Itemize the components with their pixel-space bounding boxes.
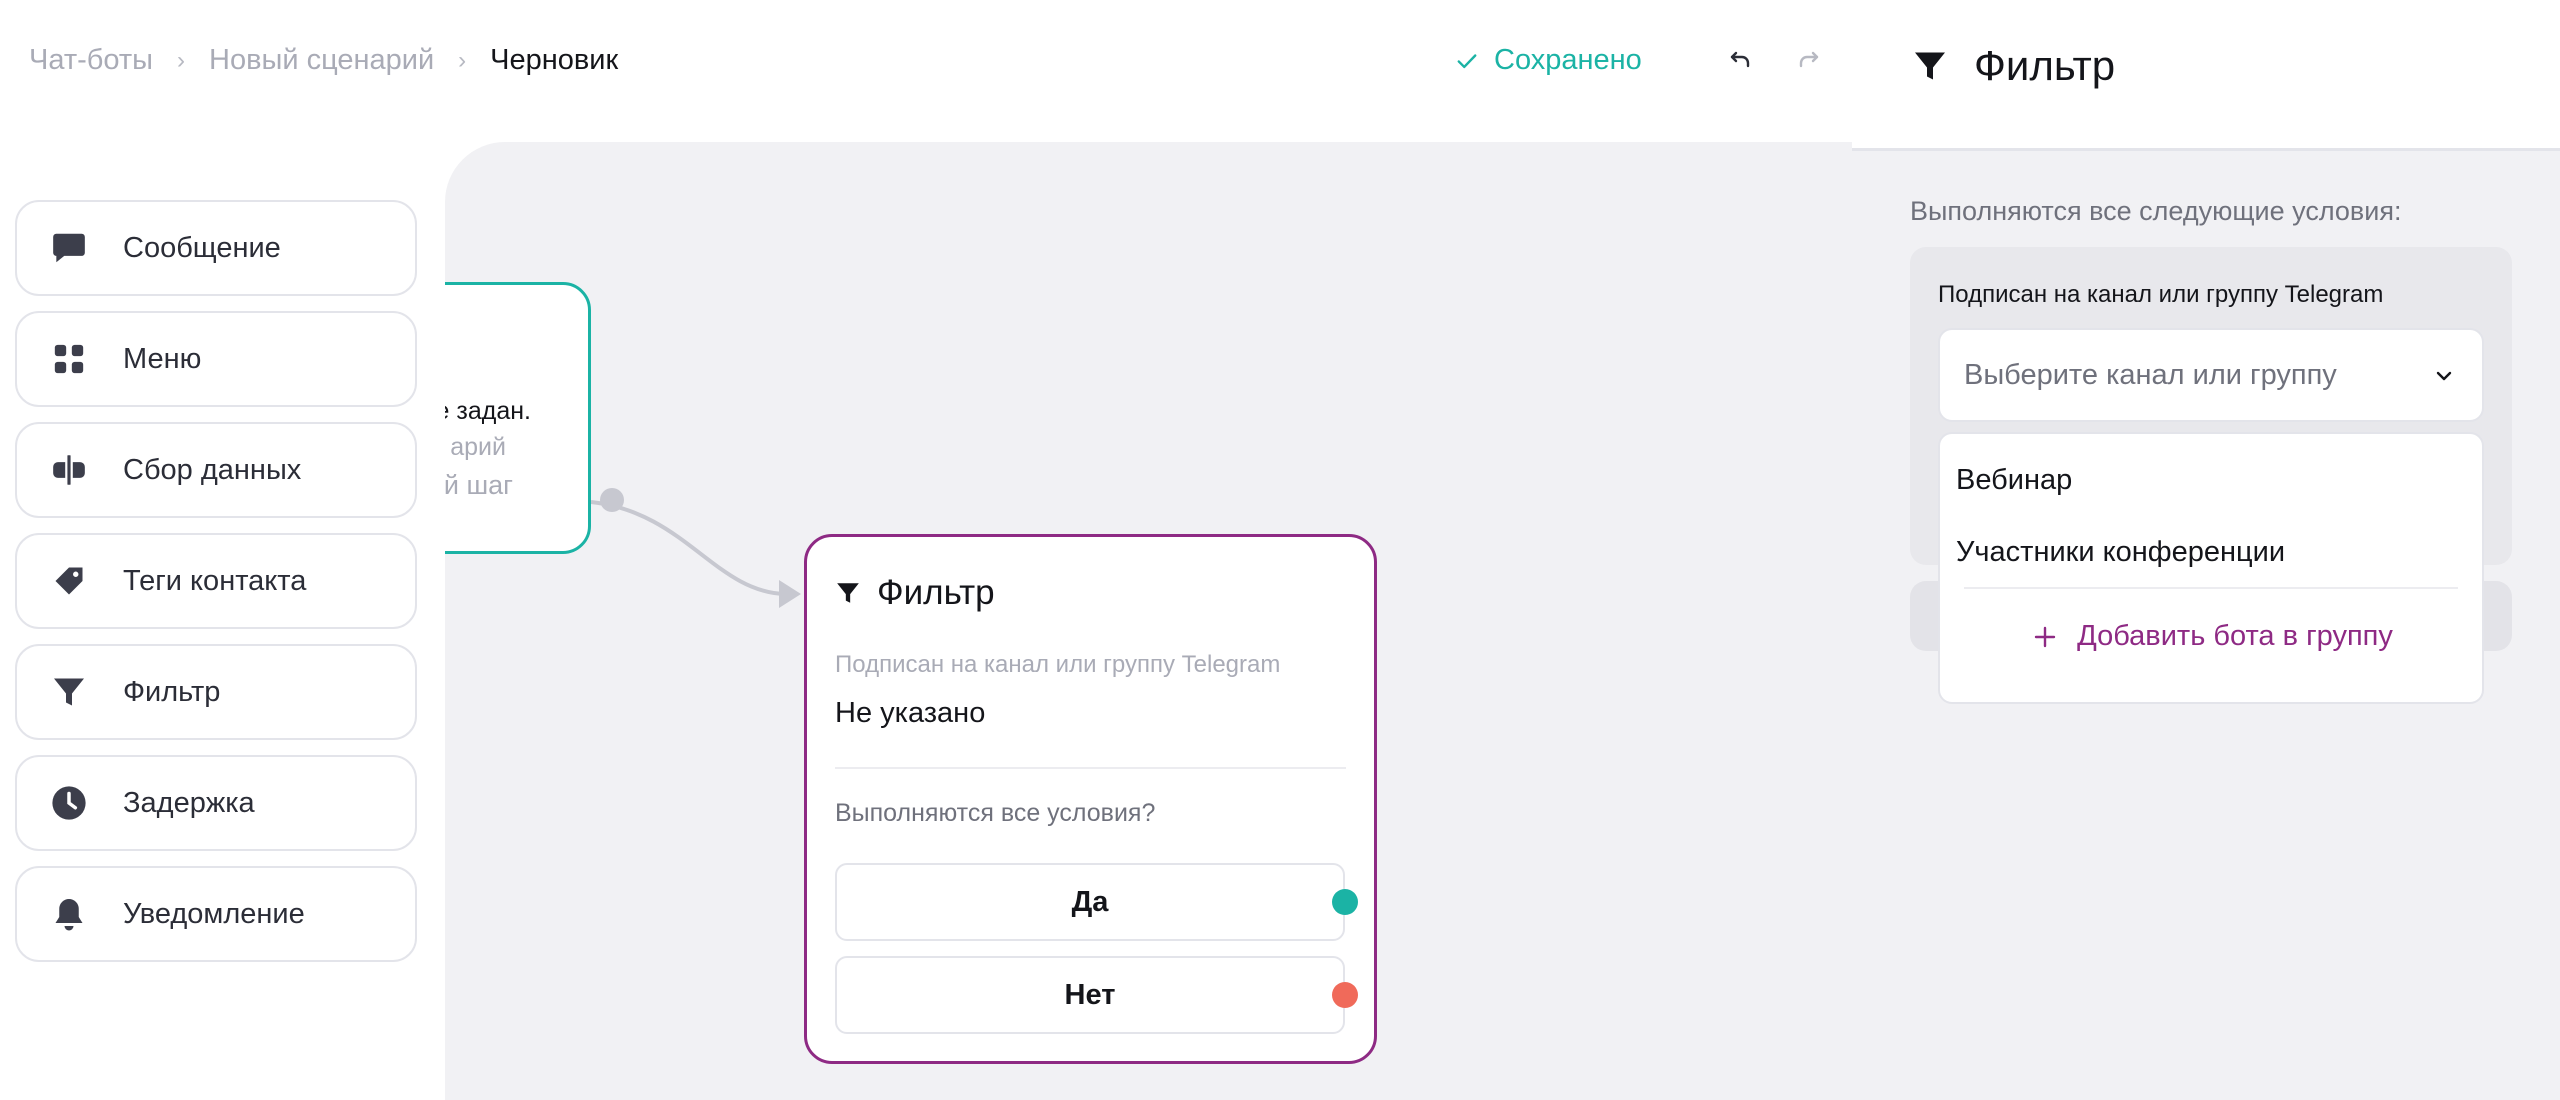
palette-item-contact-tags[interactable]: Теги контакта: [15, 533, 417, 629]
panel-header: Фильтр: [1852, 0, 2560, 151]
tag-icon: [49, 561, 89, 601]
panel-title: Фильтр: [1912, 42, 2115, 90]
saved-label: Сохранено: [1494, 44, 1642, 76]
palette-item-label: Уведомление: [123, 897, 305, 930]
palette-item-label: Задержка: [123, 786, 255, 819]
bell-icon: [49, 894, 89, 934]
breadcrumb: Чат-боты › Новый сценарий › Черновик: [29, 44, 618, 77]
block-palette: Сообщение Меню Сбор данных Теги контакта: [15, 200, 417, 977]
text-cursor-icon: [49, 450, 89, 490]
filter-node-condition-value: Не указано: [835, 697, 986, 729]
divider: [835, 767, 1346, 769]
channel-select-placeholder: Выберите канал или группу: [1964, 358, 2337, 391]
channel-dropdown: Вебинар Участники конференции Добавить б…: [1938, 432, 2484, 704]
divider: [1964, 587, 2458, 589]
add-bot-to-group-button[interactable]: Добавить бота в группу: [1940, 620, 2486, 653]
panel-subtitle: Выполняются все следующие условия:: [1910, 196, 2402, 226]
filter-node-yes-branch[interactable]: Да: [835, 863, 1345, 941]
message-icon: [49, 228, 89, 268]
check-icon: [1457, 53, 1477, 68]
add-bot-label: Добавить бота в группу: [2077, 620, 2393, 652]
channel-select[interactable]: Выберите канал или группу: [1938, 328, 2484, 422]
breadcrumb-separator: ›: [177, 46, 185, 74]
breadcrumb-chatbots[interactable]: Чат-боты: [29, 44, 153, 77]
flow-canvas[interactable]: е задан. арий й шаг Фильтр Подписан на к…: [445, 142, 1852, 1100]
filter-icon: [1915, 52, 1945, 80]
yes-output-port[interactable]: [1332, 889, 1358, 915]
previous-node-output-port[interactable]: [600, 488, 624, 512]
filter-settings-panel: Фильтр Выполняются все следующие условия…: [1852, 0, 2560, 1100]
previous-node-text: е задан.: [445, 397, 531, 425]
breadcrumb-new-scenario[interactable]: Новый сценарий: [209, 44, 434, 77]
filter-icon: [837, 583, 859, 603]
filter-node-title-text: Фильтр: [877, 573, 995, 612]
redo-icon: [1799, 51, 1819, 68]
breadcrumb-draft: Черновик: [490, 44, 619, 76]
chevron-down-icon: [2436, 371, 2452, 381]
filter-node-no-branch[interactable]: Нет: [835, 956, 1345, 1034]
saved-status: Сохранено: [1456, 44, 1642, 77]
top-bar: Чат-боты › Новый сценарий › Черновик Сох…: [0, 0, 1852, 124]
palette-item-label: Фильтр: [123, 675, 221, 708]
palette-item-menu[interactable]: Меню: [15, 311, 417, 407]
palette-item-label: Теги контакта: [123, 564, 307, 597]
palette-item-delay[interactable]: Задержка: [15, 755, 417, 851]
palette-item-message[interactable]: Сообщение: [15, 200, 417, 296]
dropdown-option-webinar[interactable]: Вебинар: [1956, 464, 2072, 497]
palette-item-data-collection[interactable]: Сбор данных: [15, 422, 417, 518]
undo-button[interactable]: [1726, 46, 1754, 74]
filter-node[interactable]: Фильтр Подписан на канал или группу Tele…: [804, 534, 1377, 1064]
previous-node-next-step: й шаг: [445, 470, 513, 500]
palette-item-notification[interactable]: Уведомление: [15, 866, 417, 962]
filter-icon: [49, 672, 89, 712]
palette-item-label: Сбор данных: [123, 453, 302, 486]
palette-item-label: Сообщение: [123, 231, 281, 264]
plus-icon: [2034, 626, 2056, 647]
breadcrumb-separator: ›: [458, 46, 467, 74]
clock-icon: [49, 783, 89, 823]
filter-node-condition-label: Подписан на канал или группу Telegram: [835, 651, 1281, 678]
filter-node-question: Выполняются все условия?: [835, 799, 1156, 827]
previous-node-subtext: арий: [450, 433, 506, 461]
panel-title-text: Фильтр: [1974, 42, 2116, 89]
previous-step-node[interactable]: е задан. арий й шаг: [445, 282, 591, 554]
undo-icon: [1730, 51, 1750, 68]
no-output-port[interactable]: [1332, 982, 1358, 1008]
palette-item-label: Меню: [123, 342, 202, 375]
condition-title: Подписан на канал или группу Telegram: [1938, 281, 2384, 308]
redo-button[interactable]: [1795, 46, 1823, 74]
filter-node-title: Фильтр: [835, 573, 995, 613]
palette-item-filter[interactable]: Фильтр: [15, 644, 417, 740]
dropdown-option-conference[interactable]: Участники конференции: [1956, 536, 2285, 569]
grid-icon: [49, 339, 89, 379]
